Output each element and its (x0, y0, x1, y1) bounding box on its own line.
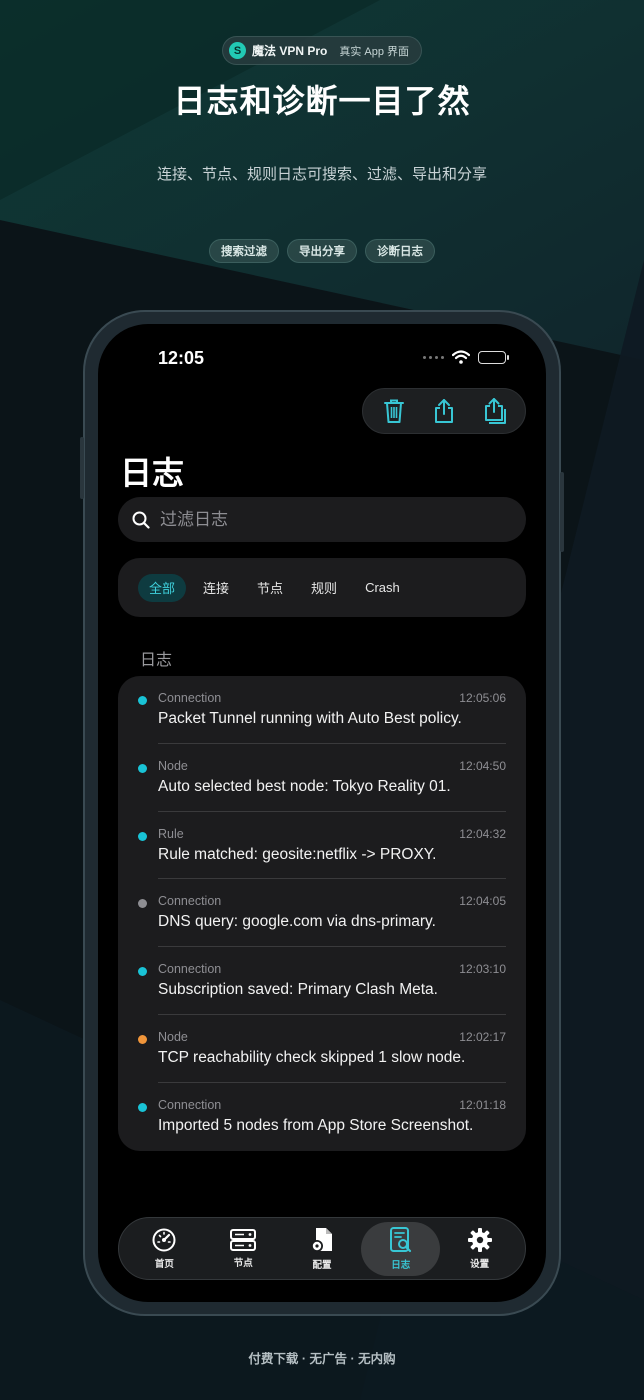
log-row[interactable]: Rule 12:04:32 Rule matched: geosite:netf… (118, 812, 526, 880)
log-category: Connection (158, 1097, 222, 1112)
log-toolbar (362, 388, 526, 434)
tab-bar: 首页 节点 配置 日志 设置 (118, 1217, 526, 1280)
search-bar (118, 497, 526, 542)
tab-logs[interactable]: 日志 (361, 1221, 441, 1276)
page-title: 日志 (120, 455, 185, 491)
log-category: Connection (158, 691, 222, 705)
filter-rule[interactable]: 规则 (300, 574, 348, 602)
log-message: DNS query: google.com via dns-primary. (158, 913, 436, 931)
power-button (560, 472, 564, 552)
log-level-dot (138, 1102, 147, 1112)
signal-icon (423, 355, 444, 359)
filter-node[interactable]: 节点 (246, 574, 294, 602)
filter-crash[interactable]: Crash (354, 574, 411, 602)
tab-config[interactable]: 配置 (283, 1222, 362, 1276)
phone-frame: 12:05 日志 过滤日志 全部 连接 节点 规则 Crash 日志 Conne… (80, 310, 564, 1316)
log-row[interactable]: Connection 12:03:10 Subscription saved: … (118, 947, 526, 1015)
log-level-dot (138, 967, 147, 977)
log-time: 12:04:50 (459, 758, 506, 773)
log-time: 12:04:05 (459, 894, 506, 909)
filter-connection[interactable]: 连接 (192, 574, 240, 602)
log-time: 12:01:18 (459, 1097, 506, 1112)
promo-footer: 付费下载 · 无广告 · 无内购 (248, 1352, 396, 1366)
server-icon (230, 1229, 257, 1251)
log-level-dot (138, 831, 147, 841)
config-file-icon (310, 1228, 332, 1252)
log-time: 12:03:10 (459, 962, 506, 977)
log-list: Connection 12:05:06 Packet Tunnel runnin… (118, 676, 526, 1151)
feature-chip: 诊断日志 (365, 239, 435, 263)
status-time: 12:05 (158, 348, 205, 368)
log-search-icon (389, 1227, 411, 1253)
tab-settings[interactable]: 设置 (440, 1222, 519, 1276)
tab-label: 节点 (233, 1258, 253, 1269)
filter-all[interactable]: 全部 (138, 573, 187, 602)
tab-label: 配置 (312, 1260, 332, 1271)
log-category: Node (158, 758, 188, 773)
log-row[interactable]: Node 12:02:17 TCP reachability check ski… (118, 1015, 526, 1083)
promo-subline: 连接、节点、规则日志可搜索、过滤、导出和分享 (156, 166, 487, 183)
log-category: Connection (158, 894, 222, 909)
log-filter-bar: 全部 连接 节点 规则 Crash (118, 558, 526, 617)
log-message: Imported 5 nodes from App Store Screensh… (158, 1116, 474, 1134)
log-category: Connection (158, 962, 222, 977)
gauge-icon (152, 1228, 176, 1252)
log-level-dot (138, 696, 147, 705)
section-label: 日志 (140, 652, 173, 669)
log-search-input[interactable] (160, 509, 480, 530)
log-message: Auto selected best node: Tokyo Reality 0… (158, 777, 451, 795)
tab-nodes[interactable]: 节点 (204, 1222, 283, 1276)
tab-label: 日志 (391, 1260, 411, 1271)
export-logs-button[interactable] (426, 393, 462, 429)
battery-icon (478, 350, 509, 364)
log-time: 12:04:32 (459, 826, 506, 841)
log-message: Packet Tunnel running with Auto Best pol… (158, 710, 462, 727)
promo-headline: 日志和诊断一目了然 (173, 83, 471, 119)
tab-home[interactable]: 首页 (125, 1222, 204, 1276)
volume-button (80, 437, 84, 499)
feature-chip: 搜索过滤 (209, 239, 279, 263)
share-diagnostics-button[interactable] (476, 393, 512, 429)
trash-icon (384, 399, 404, 423)
log-message: TCP reachability check skipped 1 slow no… (158, 1048, 466, 1066)
log-time: 12:02:17 (459, 1029, 506, 1044)
app-name: 魔法 VPN Pro (252, 44, 328, 58)
log-level-dot (138, 763, 147, 773)
phone-screen: 12:05 日志 过滤日志 全部 连接 节点 规则 Crash 日志 Conne… (98, 324, 546, 1302)
log-category: Node (158, 1029, 188, 1044)
status-icons (423, 350, 509, 364)
tab-label: 首页 (154, 1259, 174, 1270)
log-row[interactable]: Connection 12:05:06 Packet Tunnel runnin… (118, 676, 526, 744)
tab-label: 设置 (470, 1259, 490, 1270)
feature-chip: 导出分享 (287, 239, 357, 263)
log-row[interactable]: Connection 12:04:05 DNS query: google.co… (118, 879, 526, 948)
share-icon (435, 399, 453, 423)
app-logo-icon: S (229, 42, 246, 59)
delete-logs-button[interactable] (376, 393, 412, 429)
gear-icon (467, 1228, 492, 1252)
app-badge: S 魔法 VPN Pro 真实 App 界面 (222, 36, 422, 65)
share-stack-icon (485, 398, 506, 424)
feature-chips: 搜索过滤 导出分享 诊断日志 (0, 239, 644, 263)
badge-real-ui: 真实 App 界面 (339, 45, 410, 58)
log-row[interactable]: Connection 12:01:18 Imported 5 nodes fro… (118, 1083, 526, 1151)
log-message: Subscription saved: Primary Clash Meta. (158, 981, 438, 999)
log-level-dot (138, 899, 147, 909)
search-icon (132, 511, 150, 529)
wifi-icon (452, 350, 470, 364)
log-time: 12:05:06 (459, 691, 506, 705)
log-category: Rule (158, 826, 184, 841)
log-message: Rule matched: geosite:netflix -> PROXY. (158, 845, 437, 863)
log-level-dot (138, 1034, 147, 1044)
log-row[interactable]: Node 12:04:50 Auto selected best node: T… (118, 744, 526, 812)
